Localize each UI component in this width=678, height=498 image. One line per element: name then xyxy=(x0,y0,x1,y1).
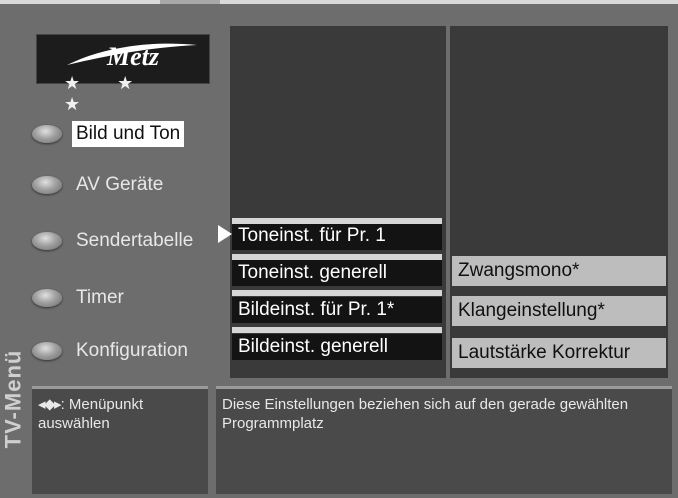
menu-led-icon xyxy=(32,289,62,307)
menu-item-av-geraete[interactable]: AV Geräte xyxy=(32,168,167,202)
menu-item-bild-und-ton[interactable]: Bild und Ton xyxy=(32,117,185,151)
top-strip-tab xyxy=(160,0,220,4)
menu-led-icon xyxy=(32,125,62,143)
menu-item-label: Bild und Ton xyxy=(72,121,185,147)
nav-arrows-icon: ◂⬥▸ xyxy=(38,396,62,413)
brand-text: Metz xyxy=(106,42,160,71)
brand-stars: ★ ★ ★ xyxy=(64,73,150,114)
selection-arrow-icon xyxy=(218,225,232,243)
description-text: Diese Einstellungen beziehen sich auf de… xyxy=(222,396,629,432)
option-zwangsmono[interactable]: Zwangsmono* xyxy=(452,256,666,286)
menu-item-label: Konfiguration xyxy=(76,340,188,361)
description-box: Diese Einstellungen beziehen sich auf de… xyxy=(216,386,672,494)
right-edge xyxy=(668,26,678,378)
submenu-item-bildeinst-generell[interactable]: Bildeinst. generell xyxy=(232,334,442,360)
menu-item-label: AV Geräte xyxy=(76,174,164,195)
option-klangeinstellung[interactable]: Klangeinstellung* xyxy=(452,296,666,326)
submenu-item-toneinst-generell[interactable]: Toneinst. generell xyxy=(232,260,442,286)
menu-item-konfiguration[interactable]: Konfiguration xyxy=(32,334,192,368)
menu-led-icon xyxy=(32,342,62,360)
help-box: ◂⬥▸: Menüpunkt auswählen xyxy=(32,386,208,494)
menu-led-icon xyxy=(32,232,62,250)
help-text-line2: auswählen xyxy=(38,415,110,432)
menu-item-sendertabelle[interactable]: Sendertabelle xyxy=(32,224,197,258)
top-strip xyxy=(0,0,678,4)
menu-item-timer[interactable]: Timer xyxy=(32,281,128,315)
help-text-line1: : Menüpunkt xyxy=(60,396,144,413)
menu-item-label: Sendertabelle xyxy=(76,230,194,251)
menu-title-vertical: TV-Menü xyxy=(0,300,26,498)
submenu-divider xyxy=(232,290,442,296)
option-lautstaerke-korrektur[interactable]: Lautstärke Korrektur xyxy=(452,338,666,368)
submenu-panel xyxy=(230,26,446,378)
menu-title: TV-Menü xyxy=(0,349,26,449)
menu-led-icon xyxy=(32,176,62,194)
menu-item-label: Timer xyxy=(76,287,124,308)
submenu-item-toneinst-pr1[interactable]: Toneinst. für Pr. 1 xyxy=(232,218,442,250)
submenu-item-bildeinst-pr1[interactable]: Bildeinst. für Pr. 1* xyxy=(232,297,442,323)
submenu-divider xyxy=(232,327,442,333)
